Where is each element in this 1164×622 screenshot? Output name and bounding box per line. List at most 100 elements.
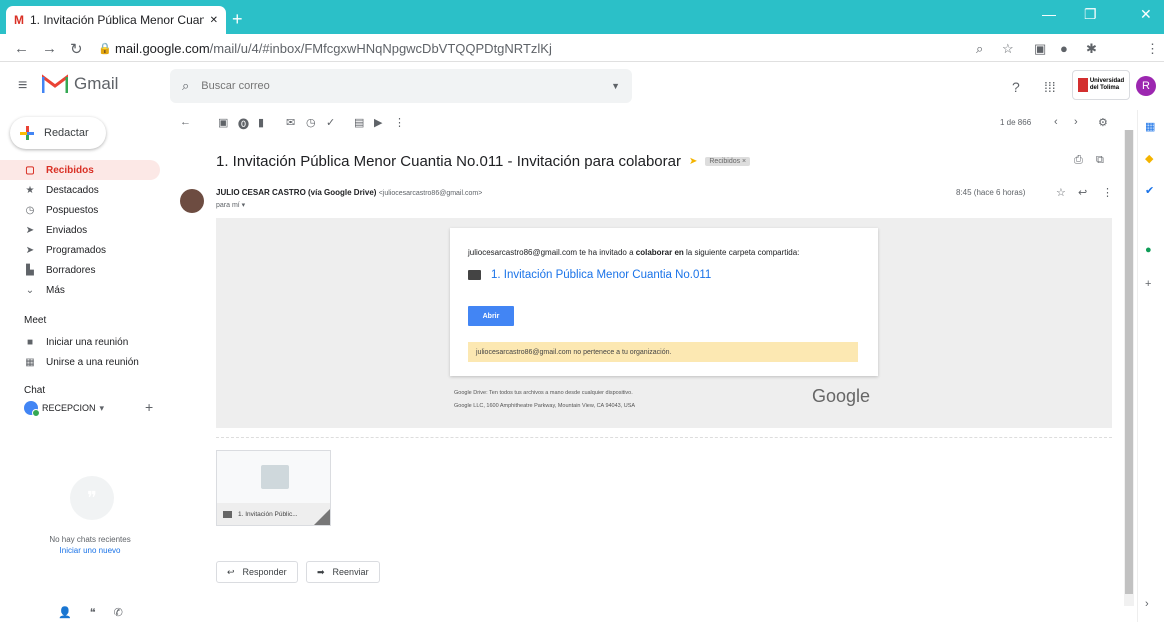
sidebar-item-more[interactable]: ⌄ Más — [0, 280, 160, 300]
tab-title: 1. Invitación Pública Menor Cuan — [30, 13, 204, 27]
gmail-logo[interactable]: Gmail — [42, 74, 118, 94]
university-logo-icon — [1077, 78, 1088, 92]
report-spam-icon[interactable]: ⓿ — [238, 116, 249, 132]
forward-icon[interactable]: → — [42, 40, 57, 57]
gmail-favicon-icon: M — [14, 13, 24, 27]
extension-circle-icon[interactable]: ● — [1060, 41, 1068, 56]
url-field[interactable]: mail.google.com/mail/u/4/#inbox/FMfcgxwH… — [115, 41, 552, 56]
sender-name: JULIO CESAR CASTRO (vía Google Drive) — [216, 188, 377, 197]
calendar-icon[interactable]: ▦ — [1145, 120, 1155, 133]
sidebar-item-scheduled[interactable]: ➤ Programados — [0, 240, 160, 260]
chat-user-status[interactable]: RECEPCION ▾ — [24, 401, 104, 417]
search-options-icon[interactable]: ▼ — [611, 81, 620, 91]
side-panel: ▦ ◆ ✔ ● + › — [1137, 110, 1164, 622]
importance-marker-icon[interactable]: ➤ — [689, 156, 697, 167]
invite-text: juliocesarcastro86@gmail.com te ha invit… — [468, 248, 800, 257]
move-to-icon[interactable]: ▤ — [354, 116, 364, 129]
delete-icon[interactable]: ▮ — [258, 116, 264, 129]
account-avatar[interactable]: R — [1136, 76, 1156, 96]
addon-icon[interactable]: ● — [1145, 244, 1152, 256]
forward-button[interactable]: ➡ Reenviar — [306, 561, 380, 583]
phone-icon[interactable]: ✆ — [114, 606, 123, 619]
label-icon[interactable]: ▶ — [374, 116, 382, 129]
sidebar-item-label: Unirse a una reunión — [46, 356, 139, 368]
hangouts-icon[interactable]: ❝ — [90, 606, 96, 619]
send-icon: ➤ — [25, 224, 35, 236]
attachment-divider — [216, 437, 1112, 438]
restore-icon[interactable]: ❐ — [1084, 6, 1097, 23]
back-to-inbox-icon[interactable]: ← — [180, 116, 191, 128]
browser-tab[interactable]: M 1. Invitación Pública Menor Cuan ✕ — [6, 6, 226, 34]
sidebar-item-starred[interactable]: ★ Destacados — [0, 180, 160, 200]
window-close-icon[interactable]: ✕ — [1140, 6, 1152, 23]
tasks-icon[interactable]: ✔ — [1145, 184, 1154, 197]
open-new-window-icon[interactable]: ⧉ — [1096, 154, 1104, 167]
zoom-icon[interactable]: ⌕ — [976, 41, 983, 57]
bookmark-star-icon[interactable]: ☆ — [1002, 41, 1014, 57]
puzzle-icon[interactable]: ✱ — [1086, 41, 1097, 57]
add-task-icon[interactable]: ✓ — [326, 116, 335, 129]
reload-icon[interactable]: ↻ — [70, 40, 83, 58]
mark-unread-icon[interactable]: ✉ — [286, 116, 295, 129]
no-chats-text: No hay chats recientes — [49, 535, 131, 544]
sidebar-item-drafts[interactable]: ▙ Borradores — [0, 260, 160, 280]
folder-icon — [223, 510, 232, 518]
start-new-chat-link[interactable]: Iniciar uno nuevo — [0, 546, 180, 555]
meet-join-meeting[interactable]: ▦ Unirse a una reunión — [0, 352, 160, 372]
sidebar-item-inbox[interactable]: ▢ Recibidos — [0, 160, 160, 180]
apps-grid-icon[interactable]: ⁞⁞⁞ — [1044, 79, 1056, 95]
help-icon[interactable]: ? — [1012, 79, 1020, 95]
browser-menu-icon[interactable]: ⋮ — [1146, 41, 1159, 57]
print-icon[interactable]: ⎙ — [1074, 154, 1083, 167]
minimize-icon[interactable]: — — [1042, 6, 1056, 22]
sidebar-item-snoozed[interactable]: ◷ Pospuestos — [0, 200, 160, 220]
open-folder-button[interactable]: Abrir — [468, 306, 514, 326]
clock-icon: ◷ — [25, 204, 35, 216]
add-chat-button[interactable]: + — [145, 399, 153, 415]
shared-folder-link[interactable]: 1. Invitación Pública Menor Cuantia No.0… — [468, 269, 711, 281]
search-input[interactable] — [201, 80, 600, 92]
email-body: juliocesarcastro86@gmail.com te ha invit… — [216, 218, 1112, 428]
person-icon[interactable]: 👤 — [58, 606, 72, 619]
expand-panel-icon[interactable]: › — [1145, 598, 1149, 610]
organization-logo[interactable]: Universidad del Tolima — [1072, 70, 1130, 100]
video-icon: ■ — [26, 336, 34, 348]
keep-icon[interactable]: ◆ — [1145, 152, 1153, 165]
extension-icon[interactable]: ▣ — [1034, 41, 1046, 57]
search-bar[interactable]: ⌕ ▼ — [170, 69, 632, 103]
compose-button[interactable]: Redactar — [10, 117, 106, 149]
compose-plus-icon — [20, 126, 34, 140]
sender-email: <juliocesarcastro86@gmail.com> — [378, 190, 483, 197]
message-more-icon[interactable]: ⋮ — [1102, 186, 1113, 199]
new-tab-button[interactable]: + — [232, 9, 243, 30]
back-icon[interactable]: ← — [14, 40, 29, 57]
meet-start-meeting[interactable]: ■ Iniciar una reunión — [0, 332, 160, 352]
archive-icon[interactable]: ▣ — [218, 116, 228, 129]
main-menu-icon[interactable]: ≡ — [18, 77, 27, 95]
reply-button[interactable]: ↩ Responder — [216, 561, 298, 583]
chat-header: Chat — [24, 385, 46, 396]
sidebar-item-label: Recibidos — [46, 164, 94, 176]
drive-attachment-chip[interactable]: 1. Invitación Públic... — [216, 450, 331, 526]
address-bar: ← → ↻ 🔒 mail.google.com/mail/u/4/#inbox/… — [0, 34, 1164, 91]
star-message-icon[interactable]: ☆ — [1056, 186, 1066, 199]
tab-close-icon[interactable]: ✕ — [210, 15, 218, 26]
recipient-details[interactable]: para mí ▾ — [216, 201, 245, 209]
search-icon[interactable]: ⌕ — [182, 78, 189, 94]
sidebar: Redactar ▢ Recibidos ★ Destacados ◷ Posp… — [0, 110, 168, 622]
inbox-label-chip[interactable]: Recibidos × — [705, 157, 751, 166]
main-scrollbar[interactable] — [1124, 130, 1134, 606]
pagination-count: 1 de 866 — [1000, 118, 1032, 127]
more-options-icon[interactable]: ⋮ — [394, 116, 405, 129]
scrollbar-thumb[interactable] — [1125, 130, 1133, 594]
sidebar-item-label: Iniciar una reunión — [46, 336, 129, 348]
get-addons-icon[interactable]: + — [1145, 278, 1151, 290]
google-logo: Google — [812, 386, 871, 406]
newer-icon[interactable]: ‹ — [1054, 116, 1058, 128]
older-icon[interactable]: › — [1074, 116, 1078, 128]
sidebar-item-sent[interactable]: ➤ Enviados — [0, 220, 160, 240]
settings-gear-icon[interactable]: ⚙ — [1098, 116, 1108, 129]
reply-icon[interactable]: ↩ — [1078, 186, 1087, 199]
snooze-icon[interactable]: ◷ — [306, 116, 316, 129]
sidebar-item-label: Programados — [46, 244, 107, 256]
